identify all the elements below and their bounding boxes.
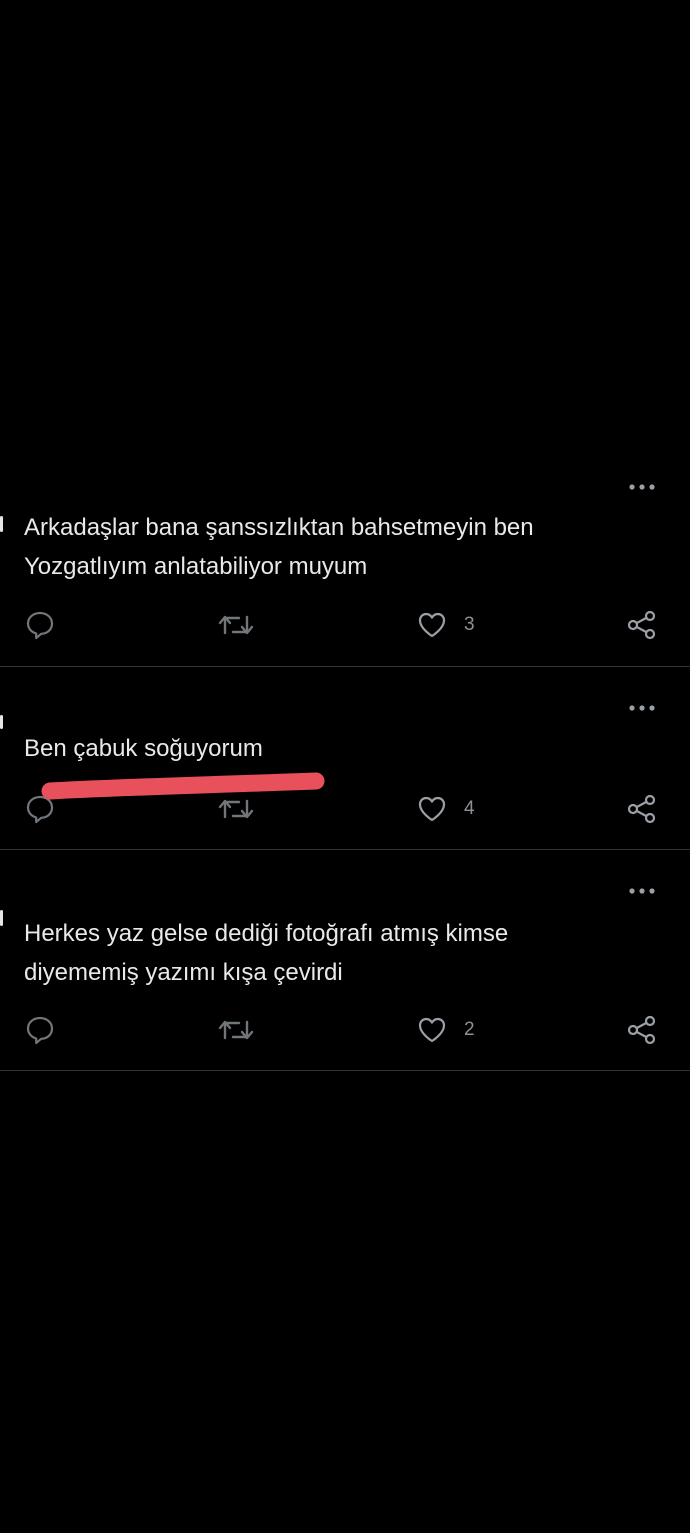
avatar-edge bbox=[0, 516, 3, 532]
avatar-edge bbox=[0, 715, 3, 729]
tweet[interactable]: Ben çabuk soğuyorum 4 bbox=[0, 667, 690, 850]
tweet-text: Ben çabuk soğuyorum bbox=[24, 735, 263, 762]
like-button[interactable]: 3 bbox=[416, 605, 475, 645]
more-options-button[interactable] bbox=[624, 698, 660, 718]
like-button[interactable]: 2 bbox=[416, 1010, 475, 1050]
heart-icon bbox=[418, 796, 446, 822]
retweet-icon bbox=[218, 1020, 254, 1040]
like-button[interactable]: 4 bbox=[416, 789, 475, 829]
reply-icon bbox=[26, 611, 54, 640]
retweet-button[interactable] bbox=[218, 605, 254, 645]
share-button[interactable] bbox=[626, 1010, 658, 1050]
like-count: 4 bbox=[464, 798, 475, 819]
reply-button[interactable] bbox=[24, 605, 56, 645]
share-icon bbox=[627, 794, 656, 824]
more-icon bbox=[629, 888, 655, 894]
reply-button[interactable] bbox=[24, 1010, 56, 1050]
share-button[interactable] bbox=[626, 605, 658, 645]
retweet-icon bbox=[218, 615, 254, 635]
share-icon bbox=[627, 610, 656, 640]
heart-icon bbox=[418, 612, 446, 638]
more-options-button[interactable] bbox=[624, 477, 660, 497]
reply-icon bbox=[26, 1016, 54, 1045]
tweet-text: Herkes yaz gelse dediği fotoğrafı atmış … bbox=[24, 920, 509, 986]
avatar-edge bbox=[0, 910, 3, 926]
more-icon bbox=[629, 484, 655, 490]
like-count: 2 bbox=[464, 1019, 475, 1040]
more-options-button[interactable] bbox=[624, 881, 660, 901]
more-icon bbox=[629, 705, 655, 711]
share-icon bbox=[627, 1015, 656, 1045]
tweet-text: Arkadaşlar bana şanssızlıktan bahsetmeyi… bbox=[24, 514, 534, 580]
heart-icon bbox=[418, 1017, 446, 1043]
tweet-header bbox=[24, 675, 584, 695]
tweet-actions: 2 bbox=[0, 1010, 690, 1050]
tweet[interactable]: Herkes yaz gelse dediği fotoğrafı atmış … bbox=[0, 850, 690, 1071]
tweet-header bbox=[24, 882, 584, 902]
red-marker-stroke bbox=[41, 772, 325, 800]
like-count: 3 bbox=[464, 614, 475, 635]
tweet-header bbox=[24, 478, 584, 498]
share-button[interactable] bbox=[626, 789, 658, 829]
retweet-button[interactable] bbox=[218, 1010, 254, 1050]
tweet-actions: 3 bbox=[0, 605, 690, 645]
tweet[interactable]: Arkadaşlar bana şanssızlıktan bahsetmeyi… bbox=[0, 470, 690, 667]
